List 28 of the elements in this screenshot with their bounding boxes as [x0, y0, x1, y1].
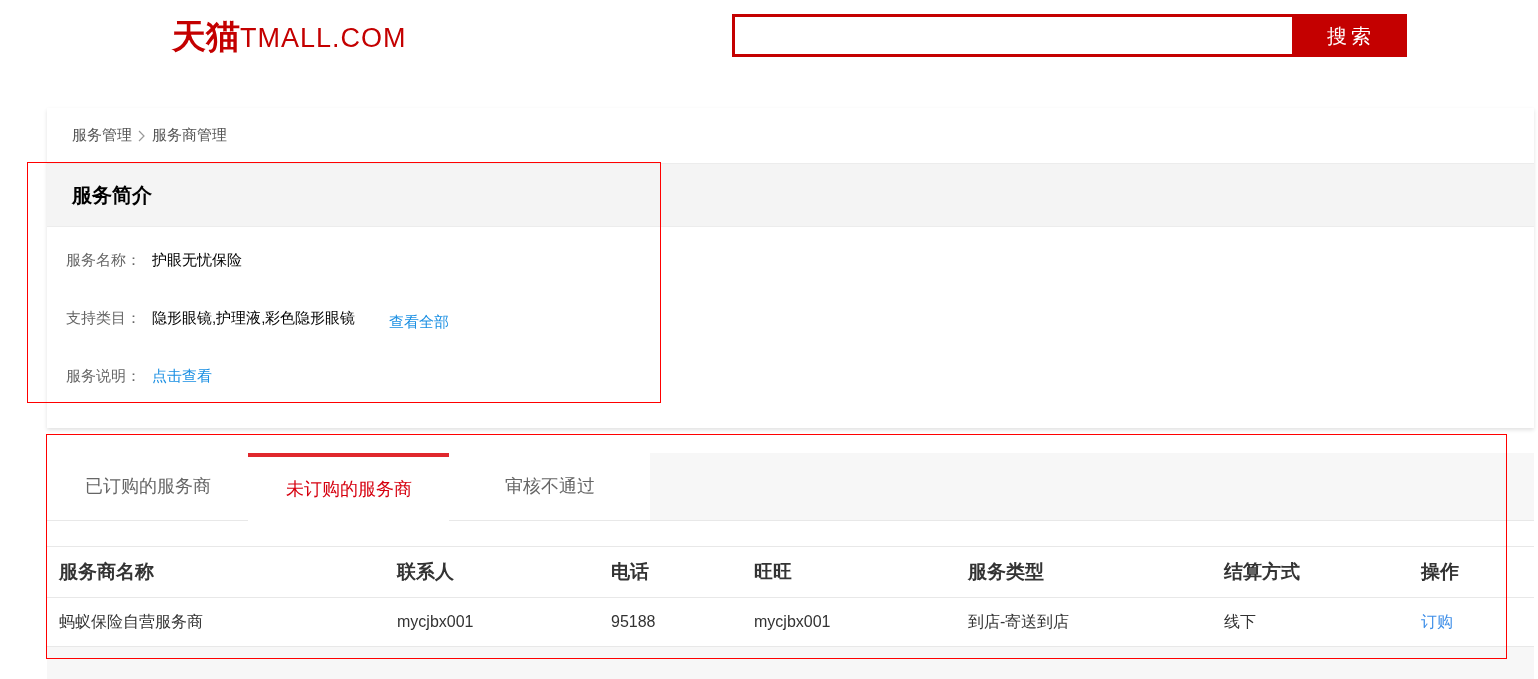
- table-cell: 线下: [1224, 613, 1256, 630]
- link[interactable]: 点击查看: [152, 364, 212, 388]
- table-cell: 95188: [611, 613, 656, 630]
- search-field[interactable]: [731, 14, 1295, 57]
- field-value: 隐形眼镜,护理液,彩色隐形眼镜: [152, 307, 356, 328]
- table-cell: 蚂蚁保险自营服务商: [59, 613, 203, 630]
- column-header: 服务类型: [968, 559, 1045, 584]
- column-header: 旺旺: [754, 559, 793, 584]
- search-button[interactable]: 搜索: [1294, 14, 1407, 57]
- breadcrumb-current: 服务商管理: [152, 125, 227, 146]
- field-label: 支持类目：: [66, 307, 142, 328]
- section-title: 服务简介: [72, 183, 152, 208]
- field-value: 护眼无忧保险: [152, 249, 242, 270]
- column-header: 联系人: [397, 559, 455, 584]
- table-cell: 到店-寄送到店: [968, 613, 1070, 630]
- column-header: 服务商名称: [59, 559, 155, 584]
- tmall-logo[interactable]: 天猫TMALL.COM: [172, 14, 407, 56]
- link[interactable]: 查看全部: [389, 310, 450, 334]
- field-label: 服务说明：: [66, 365, 142, 386]
- subscribe-link[interactable]: 订购: [1421, 610, 1453, 634]
- chevron-right-icon: [138, 129, 146, 142]
- table-cell: mycjbx001: [754, 613, 831, 630]
- table-cell: mycjbx001: [397, 613, 474, 630]
- field-label: 服务名称：: [66, 249, 142, 270]
- column-header: 电话: [611, 559, 650, 584]
- column-header: 操作: [1421, 559, 1460, 584]
- breadcrumb-link[interactable]: 服务管理: [72, 124, 132, 147]
- column-header: 结算方式: [1224, 559, 1301, 584]
